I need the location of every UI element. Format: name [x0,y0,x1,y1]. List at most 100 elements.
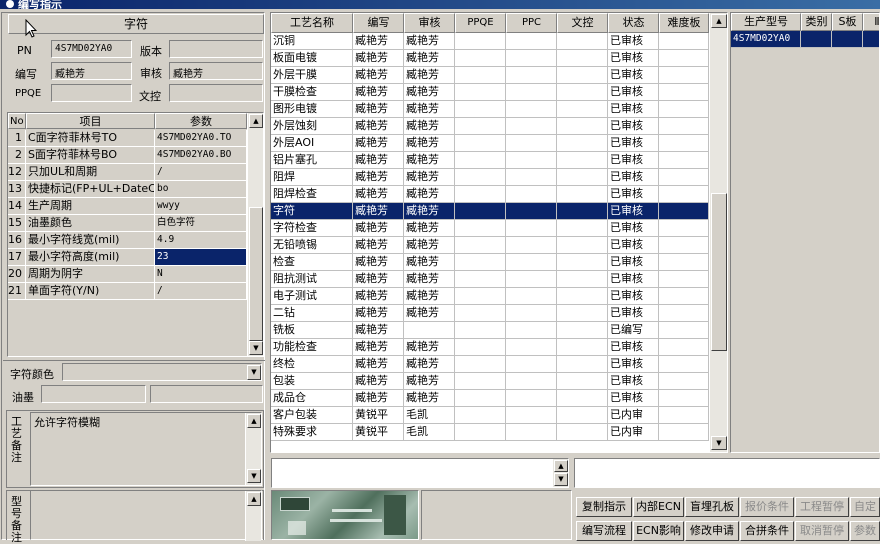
param-row[interactable]: 15 油墨颜色 白色字符 [8,215,247,232]
param-row[interactable]: 14 生产周期 wwyy [8,198,247,215]
ink-field-1[interactable] [41,385,146,403]
param-row-value[interactable]: / [155,164,247,181]
process-row[interactable]: 包装 臧艳芳 臧艳芳 已审核 [271,373,709,390]
engineering-pause-button[interactable]: 工程暂停 [795,497,849,517]
process-col-name[interactable]: 工艺名称 [271,13,353,33]
scroll-up-arrow-icon[interactable]: ▲ [247,492,261,506]
process-col-status[interactable]: 状态 [608,13,659,33]
model-note-textarea[interactable]: ▲ [30,490,262,541]
param-row[interactable]: 13 快捷标记(FP+UL+DateCo bo [8,181,247,198]
process-row[interactable]: 外层蚀刻 臧艳芳 臧艳芳 已审核 [271,118,709,135]
process-row[interactable]: 功能检查 臧艳芳 臧艳芳 已审核 [271,339,709,356]
param-row-value[interactable]: 23 [155,249,247,266]
ink-field-2[interactable] [150,385,263,403]
copy-instruction-button[interactable]: 复制指示 [576,497,632,517]
version-field[interactable] [169,40,263,58]
process-row[interactable]: 电子测试 臧艳芳 臧艳芳 已审核 [271,288,709,305]
process-col-writer[interactable]: 编写 [353,13,404,33]
quote-condition-button[interactable]: 报价条件 [740,497,794,517]
param-row-value[interactable]: / [155,283,247,300]
param-row-value[interactable]: bo [155,181,247,198]
scroll-down-arrow-icon[interactable]: ▼ [247,469,261,483]
blind-buried-board-button[interactable]: 盲埋孔板 [685,497,739,517]
model-col-s-board[interactable]: S板 [832,13,863,31]
process-row[interactable]: 检查 臧艳芳 臧艳芳 已审核 [271,254,709,271]
process-row[interactable]: 外层干膜 臧艳芳 臧艳芳 已审核 [271,67,709,84]
process-row[interactable]: 沉铜 臧艳芳 臧艳芳 已审核 [271,33,709,50]
param-row-value[interactable]: wwyy [155,198,247,215]
scroll-up-arrow-icon[interactable]: ▲ [711,14,727,28]
scroll-thumb[interactable] [711,193,727,351]
process-row[interactable]: 阻抗测试 臧艳芳 臧艳芳 已审核 [271,271,709,288]
process-row[interactable]: 铣板 臧艳芳 已编写 [271,322,709,339]
remark-field[interactable] [574,458,880,488]
scroll-down-arrow-icon[interactable]: ▼ [711,436,727,450]
param-col-no[interactable]: No [8,113,26,129]
write-flow-button[interactable]: 编写流程 [576,521,632,541]
param-col-value[interactable]: 参数 [155,113,247,129]
process-combo[interactable]: ▲ ▼ [271,458,569,488]
process-row[interactable]: 字符 臧艳芳 臧艳芳 已审核 [271,203,709,220]
param-row-value[interactable]: N [155,266,247,283]
process-row[interactable]: 客户包装 黄锐平 毛凯 已内审 [271,407,709,424]
char-color-dropdown-icon[interactable]: ▼ [247,365,261,380]
process-row[interactable]: 终检 臧艳芳 臧艳芳 已审核 [271,356,709,373]
param-row-value[interactable]: 白色字符 [155,215,247,232]
param-row[interactable]: 16 最小字符线宽(mil) 4.9 [8,232,247,249]
process-row[interactable]: 干膜检查 臧艳芳 臧艳芳 已审核 [271,84,709,101]
param-row-value[interactable]: 4S7MD02YA0.BO [155,147,247,164]
param-table-scrollbar[interactable]: ▲ ▼ [247,113,263,356]
model-col-type[interactable]: 类别 [801,13,832,31]
ppqe-field[interactable] [51,84,132,102]
char-color-select[interactable] [62,363,262,381]
scroll-thumb[interactable] [249,207,263,341]
process-row[interactable]: 铝片塞孔 臧艳芳 臧艳芳 已审核 [271,152,709,169]
param-row-value[interactable]: 4.9 [155,232,247,249]
param-row-value[interactable]: 4S7MD02YA0.TO [155,130,247,147]
params-button[interactable]: 参数 [850,521,880,541]
custom-button[interactable]: 自定 [850,497,880,517]
doc-control-field[interactable] [169,84,263,102]
process-note-scrollbar[interactable]: ▲ ▼ [245,413,261,485]
writer-field[interactable]: 臧艳芳 [51,62,132,80]
process-col-reviewer[interactable]: 审核 [404,13,455,33]
param-row[interactable]: 12 只加UL和周期 / [8,164,247,181]
model-col-extra[interactable]: Ⅱ [863,13,879,31]
process-row[interactable]: 外层AOI 臧艳芳 臧艳芳 已审核 [271,135,709,152]
model-row[interactable]: 4S7MD02YA0 [731,31,879,48]
process-row[interactable]: 二钻 臧艳芳 臧艳芳 已审核 [271,305,709,322]
param-row[interactable]: 1 C面字符菲林号TO 4S7MD02YA0.TO [8,130,247,147]
pn-field[interactable]: 4S7MD02YA0 [51,40,132,58]
process-row[interactable]: 图形电镀 臧艳芳 臧艳芳 已审核 [271,101,709,118]
process-row[interactable]: 板面电镀 臧艳芳 臧艳芳 已审核 [271,50,709,67]
scroll-up-arrow-icon[interactable]: ▲ [247,414,261,428]
param-col-item[interactable]: 项目 [26,113,155,129]
process-table-scrollbar[interactable]: ▲ ▼ [709,13,727,452]
internal-ecn-button[interactable]: 内部ECN [633,497,684,517]
scroll-down-arrow-icon[interactable]: ▼ [554,473,568,486]
param-row[interactable]: 2 S面字符菲林号BO 4S7MD02YA0.BO [8,147,247,164]
process-row[interactable]: 成品仓 臧艳芳 臧艳芳 已审核 [271,390,709,407]
scroll-up-arrow-icon[interactable]: ▲ [554,460,568,472]
process-row[interactable]: 无铅喷锡 臧艳芳 臧艳芳 已审核 [271,237,709,254]
process-note-textarea[interactable]: 允许字符模糊 ▲ ▼ [30,412,262,486]
model-note-scrollbar[interactable]: ▲ [245,491,261,541]
ecn-impact-button[interactable]: ECN影响 [633,521,684,541]
process-col-doc-control[interactable]: 文控 [557,13,608,33]
model-col-model[interactable]: 生产型号 [731,13,801,31]
process-col-ppc[interactable]: PPC [506,13,557,33]
param-row[interactable]: 17 最小字符高度(mil) 23 [8,249,247,266]
param-row[interactable]: 20 周期为阴字 N [8,266,247,283]
cancel-pause-button[interactable]: 取消暂停 [795,521,849,541]
merge-condition-button[interactable]: 合拼条件 [740,521,794,541]
param-row[interactable]: 21 单面字符(Y/N) / [8,283,247,300]
process-col-difficulty[interactable]: 难度板 [659,13,709,33]
process-col-ppqe[interactable]: PPQE [455,13,506,33]
process-row[interactable]: 阻焊检查 臧艳芳 臧艳芳 已审核 [271,186,709,203]
process-combo-scrollbar[interactable]: ▲ ▼ [552,459,568,487]
process-row[interactable]: 阻焊 臧艳芳 臧艳芳 已审核 [271,169,709,186]
modify-request-button[interactable]: 修改申请 [685,521,739,541]
process-row[interactable]: 特殊要求 黄锐平 毛凯 已内审 [271,424,709,441]
reviewer-field[interactable]: 臧艳芳 [169,62,263,80]
process-row[interactable]: 字符检查 臧艳芳 臧艳芳 已审核 [271,220,709,237]
